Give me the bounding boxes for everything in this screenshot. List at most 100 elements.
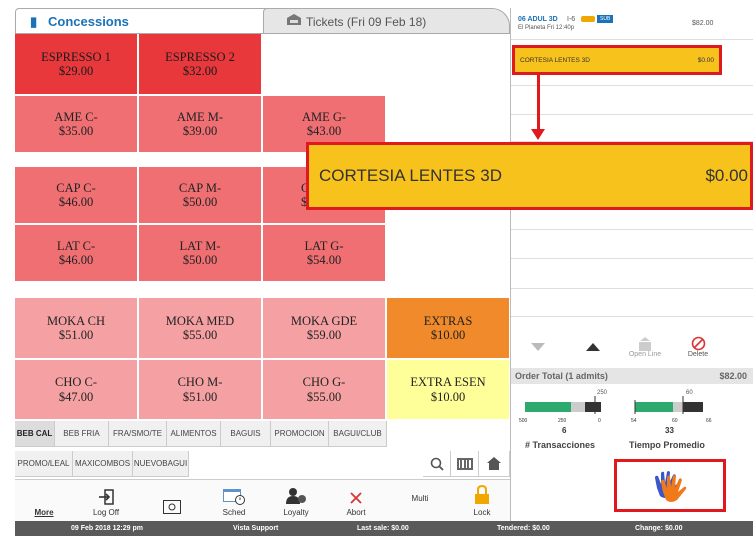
open-line-button[interactable]: Open Line [618, 327, 672, 367]
callout-arrow [537, 75, 540, 133]
hand-icon[interactable] [653, 470, 687, 502]
category-tab[interactable]: NUEVOBAGUI [133, 451, 189, 477]
ticket-price: $82.00 [692, 20, 714, 27]
status-bar: 09 Feb 2018 12:29 pm Vista Support Last … [15, 521, 753, 536]
product-button[interactable]: AME C- $35.00 [15, 96, 137, 152]
loyalty-button[interactable]: Loyalty [267, 480, 325, 522]
tab-concessions-label: Concessions [48, 14, 129, 29]
order-item-price: $0.00 [697, 57, 714, 64]
product-button[interactable]: CHO C- $47.00 [15, 360, 137, 419]
delete-icon [691, 336, 705, 351]
product-button[interactable]: ESPRESSO 2 $32.00 [139, 34, 261, 94]
status-support: Vista Support [233, 525, 279, 532]
schedule-icon [223, 489, 245, 505]
product-button[interactable]: EXTRA ESEN $10.00 [387, 360, 509, 419]
product-button[interactable]: CAP C- $46.00 [15, 167, 137, 223]
call-staff-highlight[interactable] [614, 459, 726, 512]
3d-glasses-icon [581, 16, 595, 22]
product-button[interactable]: LAT C- $46.00 [15, 225, 137, 281]
category-tab[interactable]: BAGUI/CLUB [329, 421, 387, 447]
category-tab[interactable]: BAGUIS [221, 421, 271, 447]
status-last-sale: Last sale: $0.00 [357, 525, 409, 532]
order-item-highlight[interactable]: CORTESIA LENTES 3D $0.00 [512, 45, 722, 75]
category-tab[interactable]: ALIMENTOS [167, 421, 221, 447]
ticket-rating: I-6 [567, 16, 576, 23]
category-tab[interactable]: MAXICOMBOS [73, 451, 133, 477]
tab-concessions[interactable]: ▮ Concessions [15, 8, 275, 34]
status-change: Change: $0.00 [635, 525, 683, 532]
product-button[interactable]: CAP M- $50.00 [139, 167, 261, 223]
lock-icon [475, 485, 489, 504]
product-button[interactable]: CHO G- $55.00 [263, 360, 385, 419]
chevron-up-icon [586, 343, 600, 351]
gauge-right-tick: 60 [672, 418, 678, 424]
gauge-left-green [525, 402, 571, 412]
drink-icon: ▮ [30, 14, 38, 29]
bottom-toolbar: More Log Off Sched Loyalty Abort Multi L… [15, 479, 510, 521]
tab-bar: ▮ Concessions Tickets (Fri 09 Feb 18) [15, 8, 510, 34]
home-icon[interactable] [479, 451, 510, 477]
ticket-subtitle: El Planeta Fri 12:40p [518, 25, 575, 31]
lock-button[interactable]: Lock [453, 480, 511, 522]
abort-button[interactable]: Abort [327, 480, 385, 522]
gauge-left-tick: 250 [558, 418, 567, 424]
category-bar: BEB CAL BEB FRIA FRA/SMO/TE ALIMENTOS BA… [15, 421, 510, 479]
search-icon[interactable] [423, 451, 451, 477]
ticket-title: 06 ADUL 3D [518, 16, 558, 23]
kpi-gauges: 250 60 500 250 0 54 60 66 6 33 # Transac… [511, 386, 753, 454]
open-line-icon [639, 336, 651, 351]
category-tab[interactable]: PROMOCION [271, 421, 329, 447]
order-total-label: Order Total (1 admits) [515, 371, 608, 381]
ticket-icon [287, 14, 301, 25]
product-button[interactable]: MOKA CH $51.00 [15, 298, 137, 358]
ticket-badge: SUB [597, 15, 614, 23]
category-tab[interactable]: PROMO/LEAL [15, 451, 73, 477]
close-icon [350, 492, 362, 504]
order-item-name: CORTESIA LENTES 3D [520, 57, 590, 64]
gauge-right-marker: 60 [686, 390, 693, 396]
chevron-down-icon [531, 343, 545, 351]
info-button[interactable] [143, 480, 201, 522]
gauge-left-tick: 500 [519, 418, 528, 424]
barcode-icon[interactable] [451, 451, 479, 477]
product-button[interactable]: MOKA GDE $59.00 [263, 298, 385, 358]
tab-tickets[interactable]: Tickets (Fri 09 Feb 18) [263, 8, 510, 34]
status-tendered: Tendered: $0.00 [497, 525, 550, 532]
ticket-line[interactable]: 06 ADUL 3D I-6 SUB El Planeta Fri 12:40p… [511, 8, 753, 40]
gauge-left-label: # Transacciones [525, 440, 596, 450]
loyalty-icon [286, 488, 306, 504]
product-button[interactable]: MOKA MED $55.00 [139, 298, 261, 358]
multi-button[interactable]: Multi [391, 480, 449, 522]
delete-button[interactable]: Delete [671, 327, 725, 367]
scroll-down-button[interactable] [511, 327, 565, 367]
status-datetime: 09 Feb 2018 12:29 pm [71, 525, 143, 532]
gauge-left-tick: 0 [598, 418, 601, 424]
callout-arrow-head [531, 129, 545, 140]
product-button[interactable]: LAT M- $50.00 [139, 225, 261, 281]
gauge-left-marker: 250 [597, 390, 608, 396]
product-button[interactable]: ESPRESSO 1 $29.00 [15, 34, 137, 94]
category-tab[interactable]: FRA/SMO/TE [109, 421, 167, 447]
logout-icon [99, 489, 114, 505]
order-item-zoom: CORTESIA LENTES 3D $0.00 [306, 142, 753, 210]
sched-button[interactable]: Sched [205, 480, 263, 522]
tab-tickets-label: Tickets (Fri 09 Feb 18) [306, 15, 427, 29]
gauge-right-tick: 66 [706, 418, 712, 424]
order-total-value: $82.00 [719, 371, 747, 381]
product-button[interactable]: CHO M- $51.00 [139, 360, 261, 419]
product-button[interactable]: EXTRAS $10.00 [387, 298, 509, 358]
gauge-right-label: Tiempo Promedio [629, 440, 705, 450]
category-tab[interactable]: BEB CAL [15, 421, 55, 447]
logoff-button[interactable]: Log Off [77, 480, 135, 522]
order-controls: Open Line Delete [511, 327, 753, 367]
more-button[interactable]: More [15, 480, 73, 522]
gauge-right-tick: 54 [631, 418, 637, 424]
zoom-item-price: $0.00 [705, 166, 748, 185]
product-button[interactable]: AME M- $39.00 [139, 96, 261, 152]
scroll-up-button[interactable] [566, 327, 620, 367]
gauge-right-value: 33 [665, 426, 674, 435]
gauge-left-value: 6 [562, 426, 567, 435]
product-button[interactable]: LAT G- $54.00 [263, 225, 385, 281]
category-tab[interactable]: BEB FRIA [55, 421, 109, 447]
info-icon [163, 500, 181, 514]
